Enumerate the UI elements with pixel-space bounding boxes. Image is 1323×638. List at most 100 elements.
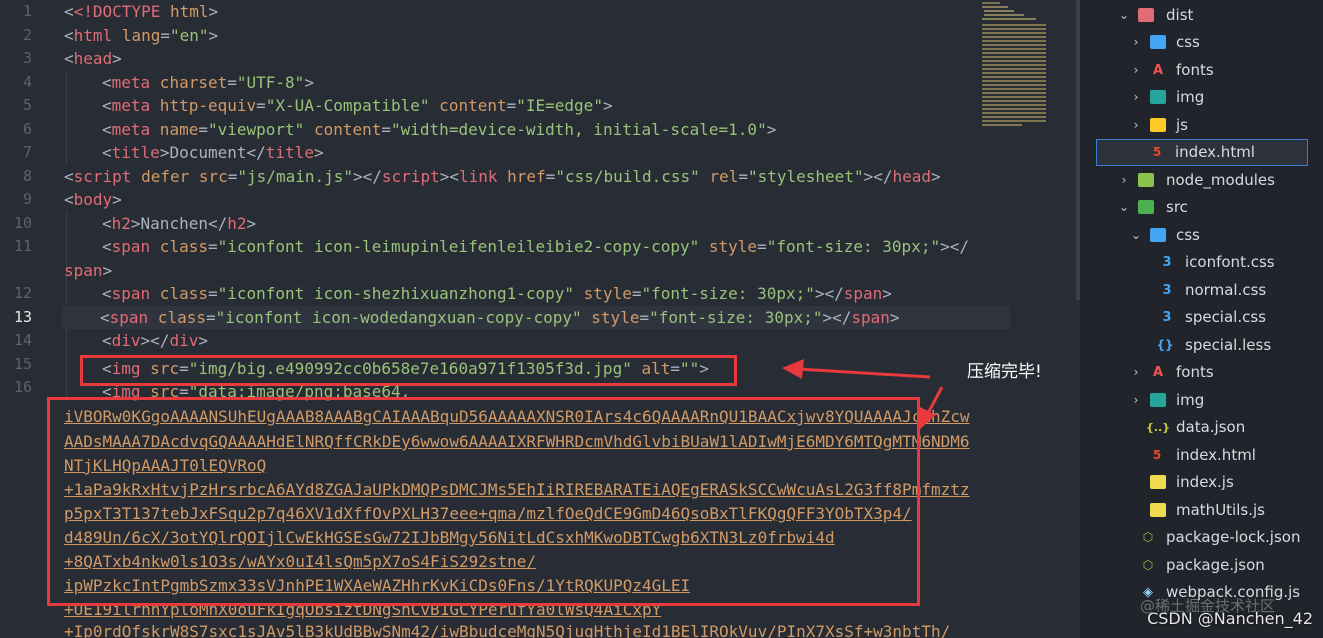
tree-item-special-less[interactable]: {} special.less bbox=[1082, 332, 1323, 359]
chevron-right-icon: › bbox=[1133, 365, 1139, 379]
tree-item-label: img bbox=[1176, 88, 1205, 106]
tree-item-node-modules[interactable]: › node_modules bbox=[1082, 167, 1323, 194]
tree-item-css[interactable]: › css bbox=[1082, 29, 1323, 56]
chevron-right-icon: › bbox=[1133, 393, 1139, 407]
nodejs-icon: ⬡ bbox=[1142, 558, 1154, 572]
tree-item-src-css[interactable]: ⌄ css bbox=[1082, 222, 1323, 249]
chevron-right-icon: › bbox=[1133, 63, 1139, 77]
chevron-right-icon: › bbox=[1133, 35, 1139, 49]
tree-item-label: iconfont.css bbox=[1185, 253, 1275, 271]
editor-scrollbar[interactable] bbox=[1076, 0, 1080, 300]
nodejs-icon: ⬡ bbox=[1142, 530, 1154, 544]
folder-img-icon bbox=[1150, 393, 1166, 407]
tree-item-iconfont-css[interactable]: 3 iconfont.css bbox=[1082, 249, 1323, 276]
folder-css-icon bbox=[1150, 228, 1166, 242]
tree-item-src-fonts[interactable]: › A fonts bbox=[1082, 359, 1323, 386]
tree-item-mathutils-js[interactable]: mathUtils.js bbox=[1082, 497, 1323, 524]
minimap[interactable] bbox=[978, 0, 1048, 130]
line-number: 15 bbox=[13, 354, 32, 373]
code-line-11-wrap: span> bbox=[64, 260, 113, 280]
folder-css-icon bbox=[1150, 35, 1166, 49]
tree-item-label: package-lock.json bbox=[1166, 528, 1301, 546]
code-line-7: <title>Document</title> bbox=[102, 143, 324, 162]
tree-item-fonts[interactable]: › A fonts bbox=[1082, 57, 1323, 84]
line-number: 12 bbox=[13, 284, 32, 302]
folder-img-icon bbox=[1150, 90, 1166, 104]
tree-item-js[interactable]: › js bbox=[1082, 112, 1323, 139]
code-line-13-active[interactable]: <span class="iconfont icon-wodedangxuan-… bbox=[62, 305, 1010, 329]
code-line-3: <head> bbox=[64, 49, 122, 68]
tree-item-index-js[interactable]: index.js bbox=[1082, 469, 1323, 496]
line-number: 8 bbox=[22, 166, 32, 185]
line-number: 11 bbox=[13, 237, 32, 255]
tree-item-label: data.json bbox=[1176, 418, 1246, 436]
chevron-right-icon: › bbox=[1121, 173, 1127, 187]
tree-item-label: css bbox=[1176, 226, 1200, 244]
code-line-1: <<!DOCTYPE html> bbox=[64, 2, 219, 21]
html5-icon: 5 bbox=[1152, 448, 1162, 462]
js-file-icon bbox=[1150, 475, 1166, 489]
json-file-icon: {..} bbox=[1146, 421, 1171, 434]
tree-item-label: js bbox=[1176, 116, 1188, 134]
tree-item-label: index.js bbox=[1176, 473, 1234, 491]
tree-item-label: special.css bbox=[1185, 308, 1266, 326]
csdn-watermark: CSDN @Nanchen_42 bbox=[1147, 609, 1313, 628]
code-line-5: <meta http-equiv="X-UA-Compatible" conte… bbox=[102, 96, 613, 115]
tree-item-label: fonts bbox=[1176, 363, 1214, 381]
annotation-label: 压缩完毕! bbox=[967, 362, 1042, 382]
tree-item-data-json[interactable]: {..} data.json bbox=[1082, 414, 1323, 441]
js-file-icon bbox=[1150, 503, 1166, 517]
tree-item-label: dist bbox=[1166, 6, 1194, 24]
line-number-active: 13 bbox=[13, 307, 32, 326]
tree-item-dist[interactable]: ⌄ dist bbox=[1082, 2, 1323, 29]
code-line-4: <meta charset="UTF-8"> bbox=[102, 72, 314, 92]
chevron-right-icon: › bbox=[1133, 90, 1139, 104]
code-line-8: <script defer src="js/main.js"></script>… bbox=[64, 166, 941, 186]
tree-item-label: special.less bbox=[1185, 336, 1272, 354]
tree-item-package-lock-json[interactable]: ⬡ package-lock.json bbox=[1082, 524, 1323, 551]
folder-src-icon bbox=[1138, 200, 1154, 214]
code-line-6: <meta name="viewport" content="width=dev… bbox=[102, 119, 777, 139]
less-file-icon: {} bbox=[1156, 338, 1174, 352]
tree-item-label: index.html bbox=[1175, 143, 1255, 161]
tree-item-label: css bbox=[1176, 33, 1200, 51]
base64-line: +Ip0rdOfskrW8S7sxc1sJAv5lB3kUdBBwSNm42/i… bbox=[64, 622, 951, 638]
code-editor[interactable]: 1 2 3 4 5 6 7 8 9 10 11 12 13 14 15 16 <… bbox=[0, 0, 1080, 638]
tree-item-img[interactable]: › img bbox=[1082, 84, 1323, 111]
tree-item-package-json[interactable]: ⬡ package.json bbox=[1082, 552, 1323, 579]
code-line-9: <body> bbox=[64, 190, 122, 209]
tree-item-label: normal.css bbox=[1185, 281, 1267, 299]
code-line-12: <span class="iconfont icon-shezhixuanzho… bbox=[102, 284, 892, 303]
code-line-11: <span class="iconfont icon-leimupinleife… bbox=[102, 237, 969, 256]
line-number: 10 bbox=[13, 213, 32, 232]
css-file-icon: 3 bbox=[1162, 283, 1172, 298]
line-number: 1 bbox=[22, 2, 32, 20]
highlight-box-img-line bbox=[80, 355, 737, 386]
folder-open-icon bbox=[1138, 8, 1154, 22]
tree-item-index-html-selected[interactable]: 5 index.html bbox=[1096, 139, 1308, 166]
tree-item-label: img bbox=[1176, 391, 1205, 409]
tree-item-normal-css[interactable]: 3 normal.css bbox=[1082, 277, 1323, 304]
file-explorer: ⌄ dist › css › A fonts › img › js 5 inde… bbox=[1082, 0, 1323, 638]
line-number: 5 bbox=[22, 96, 32, 114]
code-line-10: <h2>Nanchen</h2> bbox=[102, 213, 257, 233]
line-number: 7 bbox=[22, 143, 32, 161]
code-line-2: <html lang="en"> bbox=[64, 25, 219, 45]
line-number: 9 bbox=[22, 190, 32, 208]
folder-node-icon bbox=[1138, 173, 1154, 187]
tree-item-src-index-html[interactable]: 5 index.html bbox=[1082, 442, 1323, 469]
line-number: 4 bbox=[22, 72, 32, 91]
tree-item-label: index.html bbox=[1176, 446, 1256, 464]
arrow-icon bbox=[782, 359, 944, 431]
html5-icon: 5 bbox=[1152, 145, 1162, 159]
tree-item-label: fonts bbox=[1176, 61, 1214, 79]
css-file-icon: 3 bbox=[1162, 255, 1172, 270]
css-file-icon: 3 bbox=[1162, 310, 1172, 325]
line-number: 2 bbox=[22, 25, 32, 44]
tree-item-src-img[interactable]: › img bbox=[1082, 387, 1323, 414]
folder-js-icon bbox=[1150, 118, 1166, 132]
tree-item-src[interactable]: ⌄ src bbox=[1082, 194, 1323, 221]
tree-item-special-css[interactable]: 3 special.css bbox=[1082, 304, 1323, 331]
code-line-14: <div></div> bbox=[102, 331, 208, 350]
tree-item-label: node_modules bbox=[1166, 171, 1275, 189]
